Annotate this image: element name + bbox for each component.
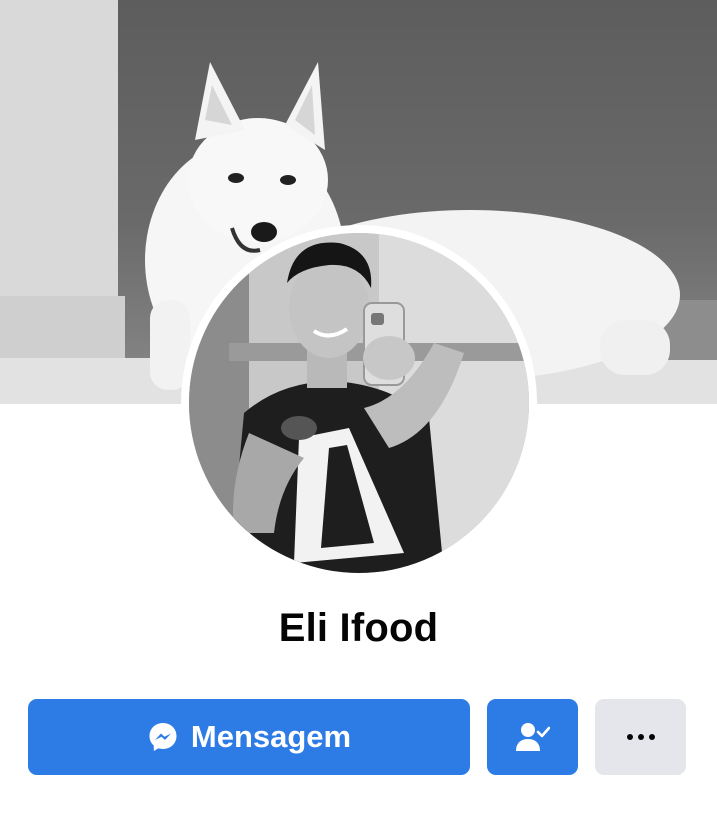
messenger-icon — [147, 721, 179, 753]
profile-name: Eli Ifood — [278, 606, 439, 650]
avatar-image — [189, 233, 529, 573]
more-options-button[interactable] — [595, 699, 686, 775]
more-dots-icon — [626, 734, 655, 740]
message-button[interactable]: Mensagem — [28, 699, 470, 775]
avatar[interactable] — [189, 233, 529, 573]
user-check-icon — [515, 722, 550, 752]
message-button-label: Mensagem — [190, 719, 352, 754]
friends-button[interactable] — [487, 699, 578, 775]
